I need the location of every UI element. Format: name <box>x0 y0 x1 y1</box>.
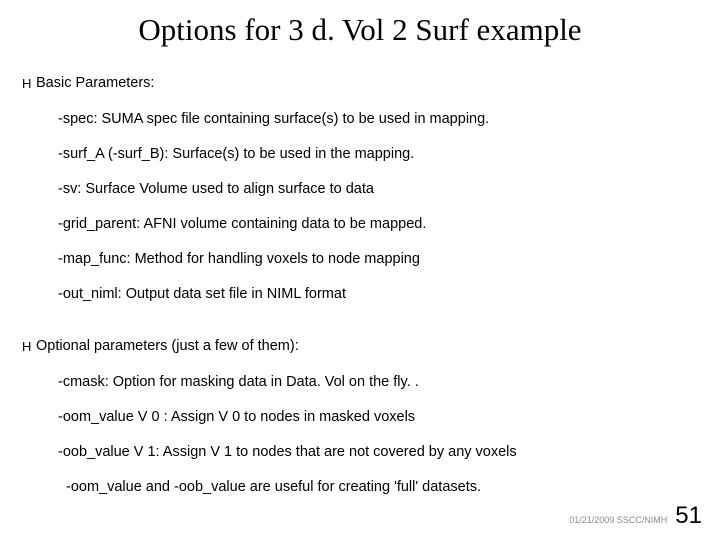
section-items: -cmask: Option for masking data in Data.… <box>22 373 690 461</box>
section-items: -spec: SUMA spec file containing surface… <box>22 110 690 303</box>
list-item: -oom_value V 0 : Assign V 0 to nodes in … <box>58 408 690 426</box>
footer-date-org: 01/21/2009 SSCC/NIMH <box>569 515 667 525</box>
footnote: -oom_value and -oob_value are useful for… <box>22 478 690 496</box>
page-number: 51 <box>675 502 702 530</box>
slide-title: Options for 3 d. Vol 2 Surf example <box>0 0 720 56</box>
bullet-icon: H <box>22 74 36 93</box>
list-item: -grid_parent: AFNI volume containing dat… <box>58 215 690 233</box>
section-label: Optional parameters (just a few of them)… <box>36 337 299 355</box>
footer: 01/21/2009 SSCC/NIMH 51 <box>569 502 702 530</box>
bullet-icon: H <box>22 337 36 356</box>
section-heading: H Optional parameters (just a few of the… <box>22 337 690 356</box>
list-item: -spec: SUMA spec file containing surface… <box>58 110 690 128</box>
list-item: -surf_A (-surf_B): Surface(s) to be used… <box>58 145 690 163</box>
list-item: -oob_value V 1: Assign V 1 to nodes that… <box>58 443 690 461</box>
section-label: Basic Parameters: <box>36 74 154 92</box>
slide-content: H Basic Parameters: -spec: SUMA spec fil… <box>0 74 720 496</box>
list-item: -cmask: Option for masking data in Data.… <box>58 373 690 391</box>
list-item: -map_func: Method for handling voxels to… <box>58 250 690 268</box>
list-item: -sv: Surface Volume used to align surfac… <box>58 180 690 198</box>
slide: Options for 3 d. Vol 2 Surf example H Ba… <box>0 0 720 540</box>
list-item: -out_niml: Output data set file in NIML … <box>58 285 690 303</box>
section-heading: H Basic Parameters: <box>22 74 690 93</box>
